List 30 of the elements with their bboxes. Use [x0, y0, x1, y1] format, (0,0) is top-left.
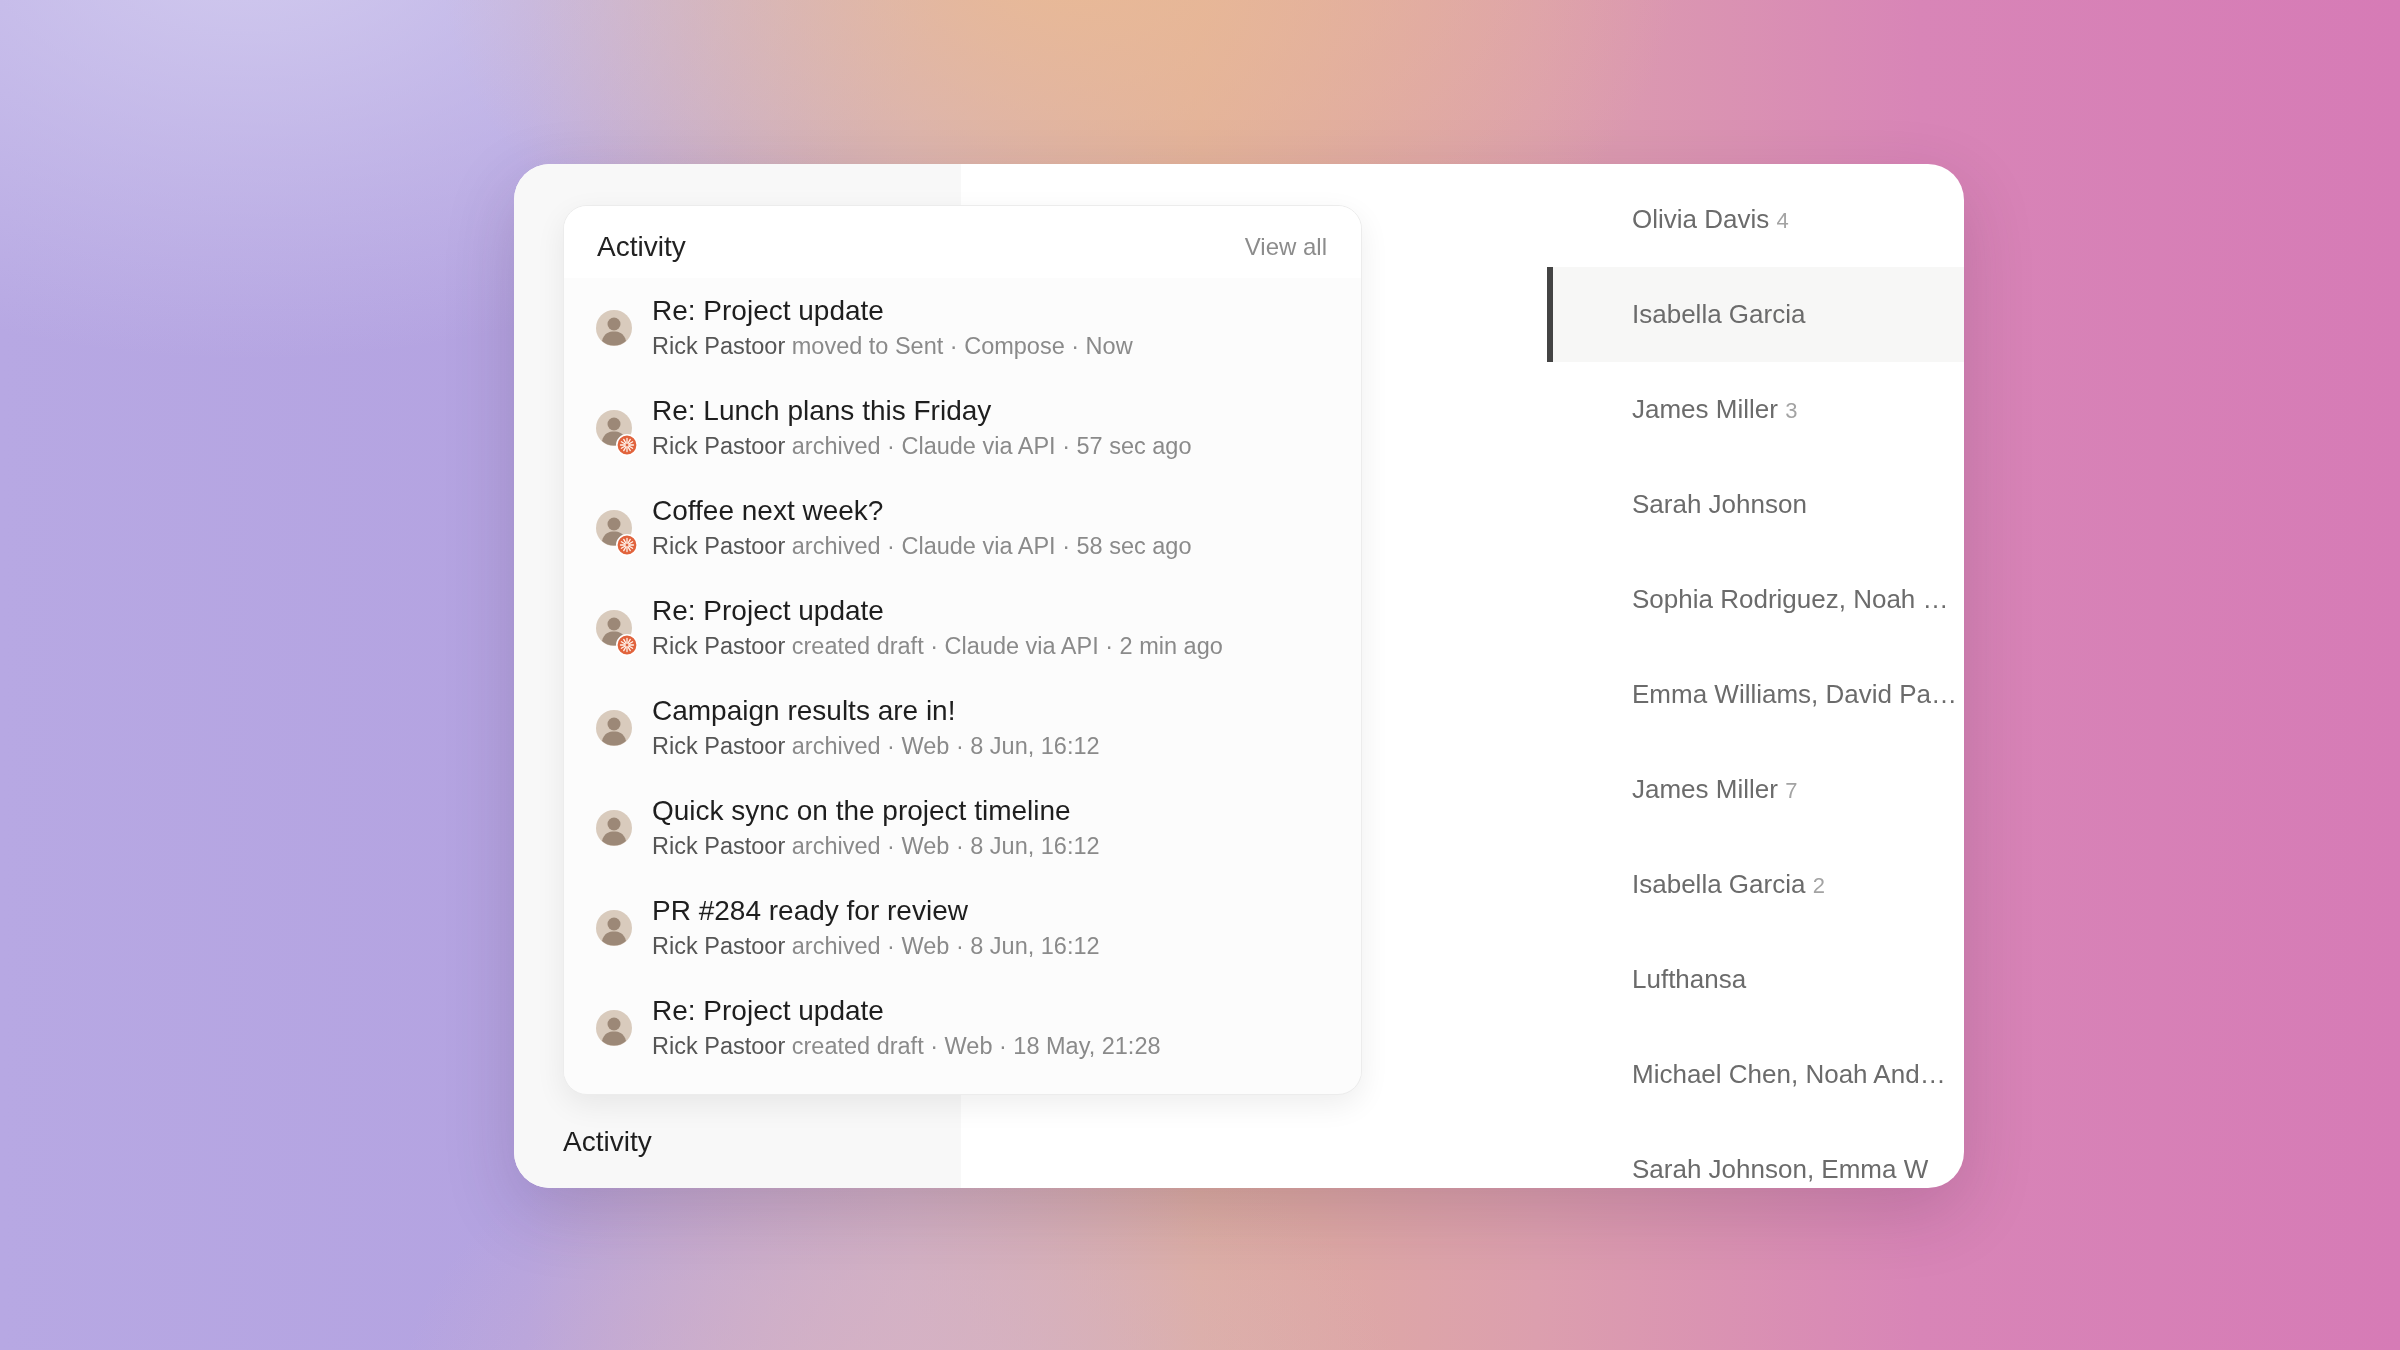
- conversation-item[interactable]: Emma Williams, David Pa…: [1547, 647, 1964, 742]
- conversation-item[interactable]: Olivia Davis 4: [1547, 172, 1964, 267]
- conversation-item[interactable]: James Miller 7: [1547, 742, 1964, 837]
- conversation-item[interactable]: Lufthansa: [1547, 932, 1964, 1027]
- activity-meta: Rick Pastoor archived · Web · 8 Jun, 16:12: [652, 932, 1100, 961]
- conversation-item[interactable]: Sarah Johnson: [1547, 457, 1964, 552]
- activity-title: Re: Lunch plans this Friday: [652, 394, 993, 428]
- activity-meta: Rick Pastoor archived · Web · 8 Jun, 16:12: [652, 832, 1100, 861]
- conversation-item[interactable]: Sarah Johnson, Emma W: [1547, 1122, 1964, 1188]
- activity-title: Campaign results are in!: [652, 694, 957, 728]
- activity-title: Re: Project update: [652, 994, 885, 1028]
- activity-meta: Rick Pastoor archived · Claude via API · 57 sec ago: [652, 432, 1192, 461]
- conversation-item[interactable]: Isabella Garcia: [1547, 267, 1964, 362]
- activity-title: Re: Project update: [652, 594, 885, 628]
- conversation-item[interactable]: Sophia Rodriguez, Noah …: [1547, 552, 1964, 647]
- activity-title: Re: Project update: [652, 294, 885, 328]
- section-heading: Activity: [563, 1125, 653, 1159]
- conversation-item[interactable]: James Miller 3: [1547, 362, 1964, 457]
- activity-meta: Rick Pastoor created draft · Claude via API · 2 min ago: [652, 632, 1223, 661]
- conversation-item[interactable]: Michael Chen, Noah And…: [1547, 1027, 1964, 1122]
- activity-meta: Rick Pastoor created draft · Web · 18 May, 21:28: [652, 1032, 1161, 1061]
- activity-title: Quick sync on the project timeline: [652, 794, 1072, 828]
- activity-meta: Rick Pastoor archived · Web · 8 Jun, 16:12: [652, 732, 1100, 761]
- activity-meta: Rick Pastoor moved to Sent · Compose · Now: [652, 332, 1133, 361]
- view-all-link[interactable]: View all: [1244, 227, 1327, 267]
- activity-title: Coffee next week?: [652, 494, 885, 528]
- conversation-item[interactable]: Isabella Garcia 2: [1547, 837, 1964, 932]
- activity-meta: Rick Pastoor archived · Claude via API · 58 sec ago: [652, 532, 1192, 561]
- activity-title: PR #284 ready for review: [652, 894, 969, 928]
- popover-title: Activity: [597, 230, 686, 264]
